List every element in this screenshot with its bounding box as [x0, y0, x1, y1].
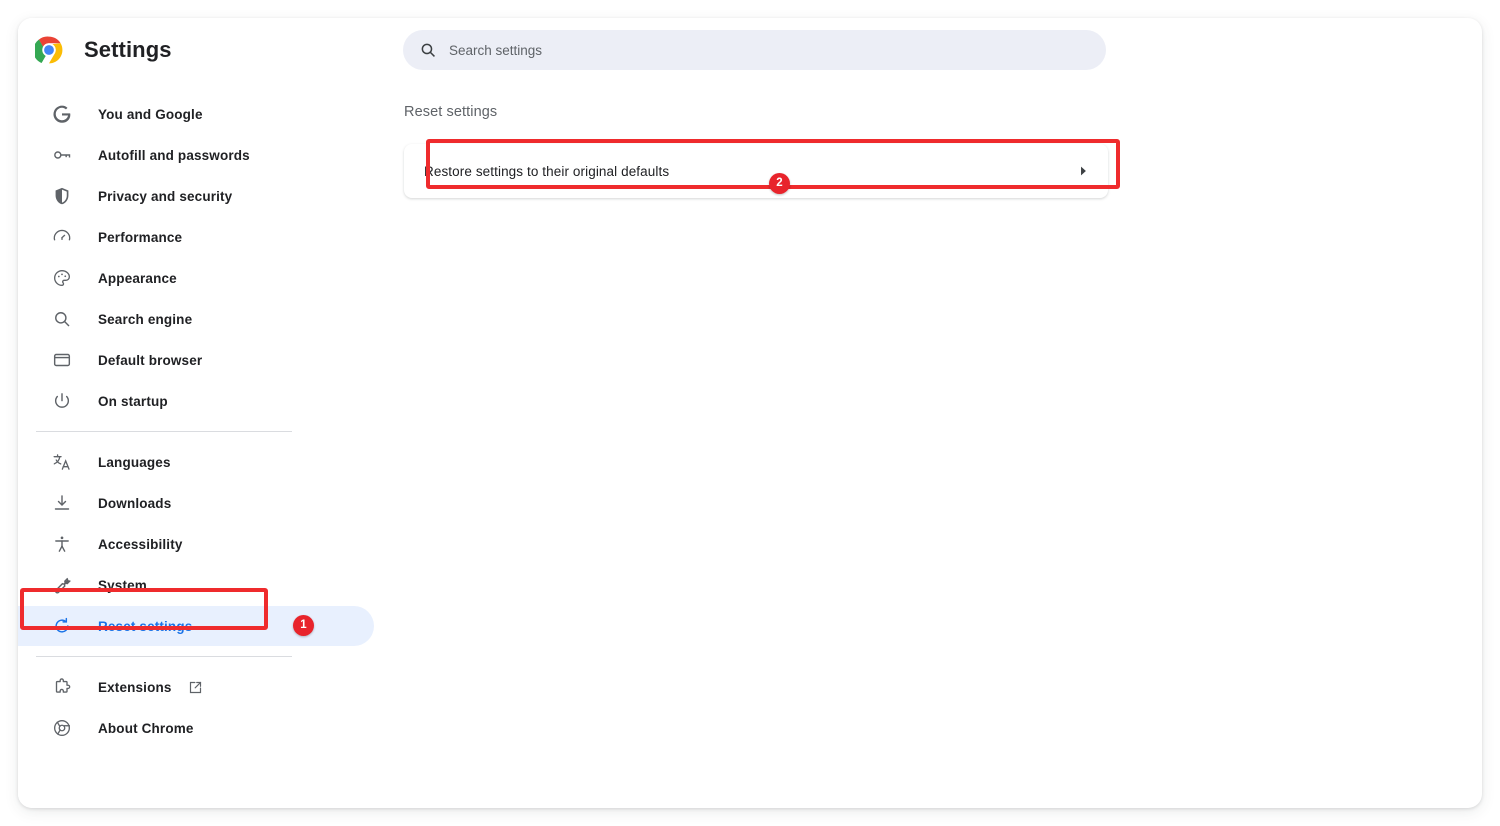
sidebar-item-label: Search engine — [98, 311, 193, 327]
sidebar-item-you-and-google[interactable]: You and Google — [18, 94, 374, 134]
sidebar-item-reset-settings[interactable]: Reset settings — [18, 606, 374, 646]
annotation-badge-1: 1 — [293, 615, 314, 636]
sidebar-item-accessibility[interactable]: Accessibility — [18, 524, 374, 564]
sidebar-divider-1 — [36, 431, 292, 432]
sidebar-item-label: Performance — [98, 229, 183, 245]
sidebar-item-languages[interactable]: Languages — [18, 442, 374, 482]
speedometer-icon — [52, 227, 72, 247]
sidebar-item-label: Downloads — [98, 495, 172, 511]
magnifier-icon — [52, 309, 72, 329]
settings-window: Settings You and Google Autofill and pas… — [18, 18, 1482, 808]
search-icon — [419, 41, 437, 59]
wrench-icon — [52, 575, 72, 595]
main-content: Reset settings Restore settings to their… — [390, 18, 1482, 808]
sidebar-divider-2 — [36, 656, 292, 657]
sidebar-item-performance[interactable]: Performance — [18, 217, 374, 257]
sidebar-item-label: Privacy and security — [98, 188, 233, 204]
search-input[interactable] — [449, 42, 1049, 58]
sidebar-item-label: Languages — [98, 454, 171, 470]
power-icon — [52, 391, 72, 411]
sidebar-item-label: You and Google — [98, 106, 203, 122]
sidebar: Settings You and Google Autofill and pas… — [18, 18, 390, 808]
sidebar-group-tertiary: Extensions About Chrome — [18, 667, 390, 748]
sidebar-item-appearance[interactable]: Appearance — [18, 258, 374, 298]
restore-settings-label: Restore settings to their original defau… — [424, 163, 670, 179]
palette-icon — [52, 268, 72, 288]
google-g-icon — [52, 104, 72, 124]
sidebar-group-secondary: Languages Downloads Accessibility System — [18, 442, 390, 646]
sidebar-item-label: Autofill and passwords — [98, 147, 250, 163]
sidebar-item-label: On startup — [98, 393, 168, 409]
sidebar-item-label: Appearance — [98, 270, 177, 286]
sidebar-item-downloads[interactable]: Downloads — [18, 483, 374, 523]
sidebar-item-default-browser[interactable]: Default browser — [18, 340, 374, 380]
browser-window-icon — [52, 350, 72, 370]
restore-settings-button[interactable]: Restore settings to their original defau… — [404, 144, 1108, 198]
sidebar-item-about-chrome[interactable]: About Chrome — [18, 708, 374, 748]
page-title: Settings — [84, 37, 172, 62]
translate-icon — [52, 452, 72, 472]
sidebar-item-label: System — [98, 577, 147, 593]
chrome-logo-icon — [33, 36, 63, 64]
reset-icon — [52, 616, 72, 636]
brand-row: Settings — [18, 18, 390, 82]
puzzle-piece-icon — [52, 677, 72, 697]
sidebar-item-label: Reset settings — [98, 618, 193, 634]
sidebar-item-on-startup[interactable]: On startup — [18, 381, 374, 421]
chevron-right-icon — [1076, 164, 1090, 178]
sidebar-item-autofill-and-passwords[interactable]: Autofill and passwords — [18, 135, 374, 175]
sidebar-item-extensions[interactable]: Extensions — [18, 667, 374, 707]
download-icon — [52, 493, 72, 513]
sidebar-item-label: Extensions — [98, 679, 172, 695]
sidebar-item-system[interactable]: System — [18, 565, 374, 605]
section-title: Reset settings — [404, 104, 498, 120]
sidebar-item-label: Default browser — [98, 352, 203, 368]
accessibility-icon — [52, 534, 72, 554]
sidebar-item-label: About Chrome — [98, 720, 194, 736]
key-icon — [52, 145, 72, 165]
external-link-icon[interactable] — [188, 680, 203, 695]
sidebar-item-label: Accessibility — [98, 536, 183, 552]
sidebar-item-privacy-and-security[interactable]: Privacy and security — [18, 176, 374, 216]
search-bar[interactable] — [403, 30, 1106, 70]
sidebar-item-search-engine[interactable]: Search engine — [18, 299, 374, 339]
chrome-outline-icon — [52, 718, 72, 738]
shield-icon — [52, 186, 72, 206]
sidebar-group-primary: You and Google Autofill and passwords Pr… — [18, 82, 390, 421]
annotation-badge-2: 2 — [769, 173, 790, 194]
